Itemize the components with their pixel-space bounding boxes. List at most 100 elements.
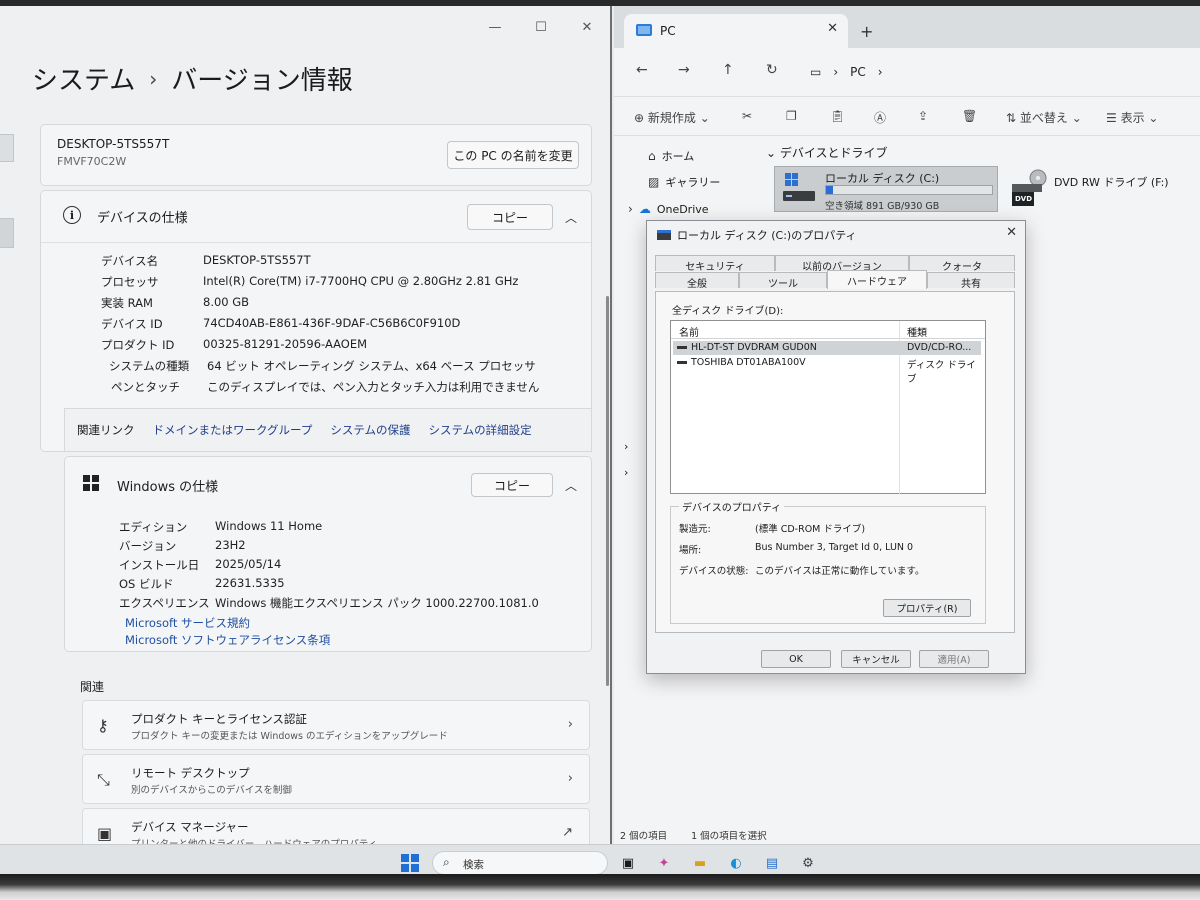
cut-icon[interactable]: ✂ (742, 109, 752, 123)
related-item-desc: プリンターと他のドライバー、ハードウェアのプロパティ (131, 836, 377, 844)
view-button[interactable]: ☰ 表示 ⌄ (1106, 109, 1158, 126)
disk-drive-list[interactable]: 名前 種類 HL-DT-ST DVDRAM GUD0N DVD/CD-RO...… (670, 320, 986, 495)
tab-hardware[interactable]: ハードウェア (827, 270, 927, 289)
windows-spec-card: Windows の仕様 コピー ︿ エディション Windows 11 Home… (64, 456, 592, 652)
cancel-button[interactable]: キャンセル (841, 650, 911, 668)
list-header: 名前 種類 (671, 321, 985, 495)
desktop-screen: — ☐ ✕ システム › バージョン情報 DESKTOP-5TS557T FMV… (0, 6, 1200, 874)
tab-previous-versions[interactable]: 以前のバージョン (775, 255, 909, 273)
nav-item-onedrive[interactable]: › ☁ OneDrive (628, 202, 709, 216)
expand-chevron-icon[interactable]: › (624, 440, 628, 453)
tab-pc[interactable]: PC ✕ (624, 14, 848, 48)
copy-device-spec-button[interactable]: コピー (467, 204, 553, 230)
search-placeholder: 検索 (463, 859, 484, 871)
maximize-icon[interactable]: ☐ (518, 14, 564, 40)
chevron-up-icon[interactable]: ︿ (565, 477, 577, 494)
chevron-right-icon: › (833, 65, 839, 79)
devices-group-heading[interactable]: ⌄ デバイスとドライブ (766, 144, 888, 161)
tab-sharing[interactable]: 共有 (927, 272, 1015, 290)
ms-license-terms-link[interactable]: Microsoft ソフトウェアライセンス条項 (125, 632, 330, 648)
rename-icon[interactable]: Ⓐ (874, 109, 886, 126)
copy-windows-spec-button[interactable]: コピー (471, 473, 553, 497)
related-item-product-key[interactable]: ⚷ プロダクト キーとライセンス認証 プロダクト キーの変更または Window… (82, 700, 590, 750)
copilot-icon[interactable]: ✦ (654, 853, 674, 873)
drive-dvd[interactable]: DVD DVD RW ドライブ (F:) (1006, 166, 1186, 212)
list-item[interactable]: TOSHIBA DT01ABA100V ディスク ドライブ (673, 356, 981, 385)
sort-button[interactable]: ⇅ 並べ替え ⌄ (1006, 109, 1082, 126)
tab-quota[interactable]: クォータ (909, 255, 1015, 273)
paste-icon[interactable]: 📋︎ (830, 109, 845, 123)
copy-icon[interactable]: ❐ (786, 109, 797, 123)
list-item[interactable]: HL-DT-ST DVDRAM GUD0N DVD/CD-RO... (673, 341, 981, 355)
view-label: 表示 (1120, 111, 1145, 125)
up-icon[interactable]: ↑ (722, 62, 734, 78)
page-title: システム › バージョン情報 (32, 60, 353, 97)
taskbar-search[interactable]: ⌕ 検索 (432, 851, 608, 874)
new-tab-icon[interactable]: + (860, 22, 873, 41)
close-tab-icon[interactable]: ✕ (827, 21, 838, 36)
chevron-up-icon[interactable]: ︿ (565, 209, 577, 226)
chevron-right-icon[interactable]: › (878, 65, 883, 79)
nav-pane-stub-selected[interactable] (0, 218, 14, 248)
store-icon[interactable]: ▤ (762, 853, 782, 873)
device-manager-icon: ▣ (97, 824, 113, 843)
column-type[interactable]: 種類 (907, 324, 927, 339)
related-item-device-manager[interactable]: ▣ デバイス マネージャー プリンターと他のドライバー、ハードウェアのプロパティ… (82, 808, 590, 844)
tab-general[interactable]: 全般 (655, 272, 739, 290)
spec-key: ペンとタッチ (111, 380, 180, 394)
task-view-icon[interactable]: ▣ (618, 853, 638, 873)
tab-title: PC (660, 24, 676, 38)
nav-item-gallery[interactable]: ▨ ギャラリー (648, 174, 720, 190)
close-icon[interactable]: ✕ (564, 14, 610, 40)
breadcrumb-parent[interactable]: システム (32, 60, 135, 97)
drive-name: HL-DT-ST DVDRAM GUD0N (691, 342, 817, 353)
spec-value: Intel(R) Core(TM) i7-7700HQ CPU @ 2.80GH… (203, 274, 519, 288)
edge-icon[interactable]: ◐ (726, 853, 746, 873)
tab-tools[interactable]: ツール (739, 272, 827, 290)
spec-value: 8.00 GB (203, 295, 250, 309)
search-icon: ⌕ (443, 855, 450, 869)
related-item-remote-desktop[interactable]: ⤡ リモート デスクトップ 別のデバイスからこのデバイスを制御 › (82, 754, 590, 804)
spec-key: システムの種類 (109, 359, 190, 373)
prop-value: Bus Number 3, Target Id 0, LUN 0 (755, 542, 914, 553)
device-name: DESKTOP-5TS557T (57, 137, 170, 151)
link-advanced-settings[interactable]: システムの詳細設定 (429, 422, 532, 438)
dialog-title-bar[interactable]: ローカル ディスク (C:)のプロパティ (657, 227, 857, 243)
back-icon[interactable]: ← (636, 62, 648, 78)
pc-icon (636, 24, 652, 36)
delete-icon[interactable]: 🗑︎ (962, 109, 977, 123)
ok-button[interactable]: OK (761, 650, 831, 668)
dvd-drive-icon (1012, 169, 1047, 206)
status-bar: 2 個の項目 1 個の項目を選択 (620, 828, 767, 842)
expand-chevron-icon[interactable]: › (624, 466, 628, 479)
path-segment[interactable]: PC (850, 65, 866, 79)
forward-icon[interactable]: → (678, 62, 690, 78)
refresh-icon[interactable]: ↻ (766, 62, 778, 78)
nav-pane-stub[interactable] (0, 134, 14, 162)
settings-gear-icon[interactable]: ⚙ (798, 853, 818, 873)
minimize-icon[interactable]: — (472, 14, 518, 40)
properties-button[interactable]: プロパティ(R) (883, 599, 971, 617)
rename-pc-button[interactable]: この PC の名前を変更 (447, 141, 579, 169)
address-bar[interactable]: ▭ › PC › (810, 58, 1200, 86)
spec-key: インストール日 (119, 558, 200, 572)
nav-item-home[interactable]: ⌂ ホーム (648, 148, 694, 164)
column-name[interactable]: 名前 (679, 324, 699, 339)
ms-services-agreement-link[interactable]: Microsoft サービス規約 (125, 615, 250, 631)
start-icon[interactable] (400, 853, 420, 873)
tab-security[interactable]: セキュリティ (655, 255, 775, 273)
share-icon[interactable]: ⇪ (918, 109, 928, 123)
link-domain-workgroup[interactable]: ドメインまたはワークグループ (153, 422, 313, 438)
scrollbar[interactable] (606, 296, 609, 686)
device-spec-header[interactable]: i デバイスの仕様 コピー ︿ (41, 191, 591, 243)
close-icon[interactable]: ✕ (1006, 225, 1017, 240)
apply-button[interactable]: 適用(A) (919, 650, 989, 668)
dvd-badge: DVD (1015, 195, 1033, 203)
link-system-protection[interactable]: システムの保護 (330, 422, 410, 438)
file-explorer-icon[interactable]: ▬ (690, 853, 710, 873)
spec-value: 74CD40AB-E861-436F-9DAF-C56B6C0F910D (203, 316, 461, 330)
new-item-button[interactable]: ⊕ 新規作成 ⌄ (634, 109, 710, 126)
selected-count: 1 個の項目を選択 (691, 831, 767, 842)
spec-key: 実装 RAM (101, 296, 153, 310)
drive-c[interactable]: ローカル ディスク (C:) 空き領域 891 GB/930 GB (774, 166, 998, 212)
